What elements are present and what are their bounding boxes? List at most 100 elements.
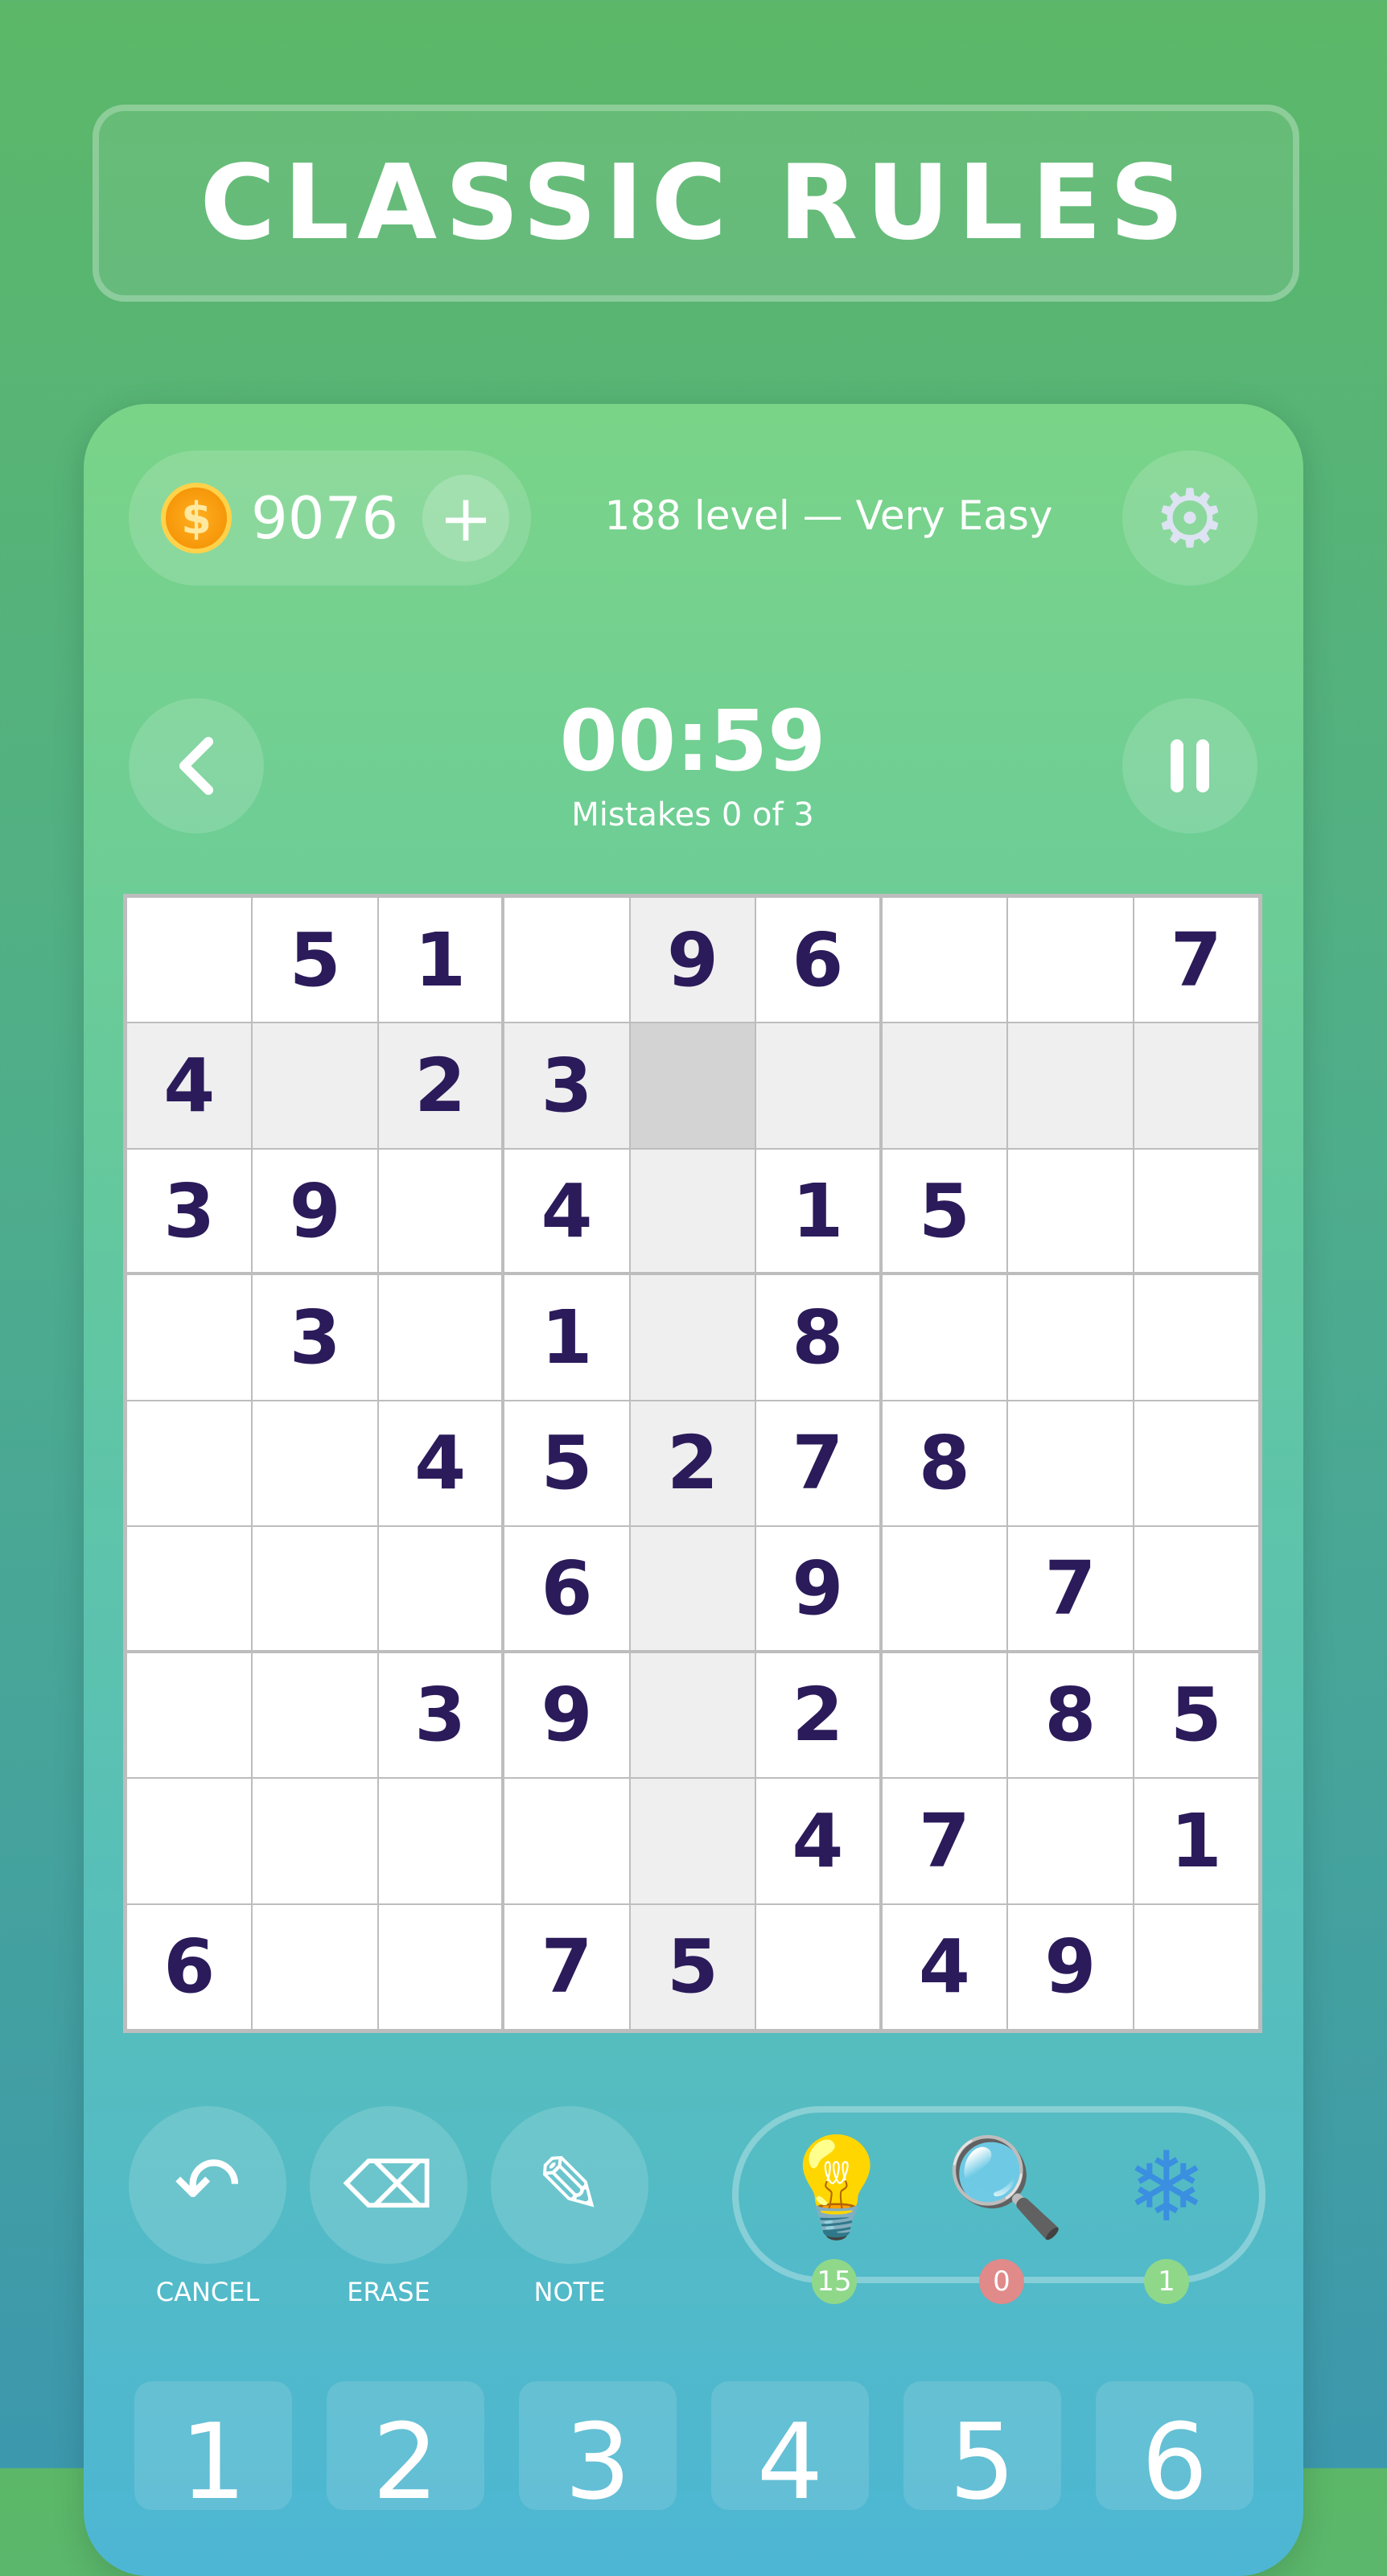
grid-cell[interactable]: 5 [882, 1149, 1007, 1273]
grid-cell[interactable]: 6 [756, 898, 879, 1023]
grid-cell[interactable]: 2 [756, 1652, 879, 1778]
grid-cell[interactable] [1134, 1904, 1258, 2029]
grid-cell[interactable]: 9 [1008, 1904, 1133, 2029]
grid-cell[interactable] [127, 898, 252, 1023]
grid-cell[interactable] [630, 1652, 755, 1778]
reveal-button[interactable]: 🔍 [945, 2132, 1065, 2245]
grid-cell[interactable] [1134, 1401, 1258, 1526]
grid-cell[interactable] [378, 1904, 502, 2029]
grid-cell[interactable]: 5 [630, 1904, 755, 2029]
grid-cell[interactable] [504, 898, 629, 1023]
grid-cell[interactable]: 3 [504, 1023, 629, 1148]
grid-cell[interactable] [253, 1023, 377, 1148]
grid-cell[interactable]: 1 [504, 1275, 629, 1400]
grid-cell[interactable]: 2 [378, 1023, 502, 1148]
grid-cell[interactable] [1008, 1275, 1133, 1400]
grid-cell[interactable] [882, 1023, 1007, 1148]
grid-cell[interactable]: 8 [1008, 1652, 1133, 1778]
grid-cell[interactable] [253, 1652, 377, 1778]
grid-cell[interactable] [1134, 1023, 1258, 1148]
grid-cell[interactable] [253, 1779, 377, 1903]
grid-cell[interactable] [1008, 1149, 1133, 1273]
grid-cell[interactable] [378, 1527, 502, 1650]
grid-cell[interactable]: 2 [630, 1401, 755, 1526]
grid-cell[interactable]: 4 [882, 1904, 1007, 2029]
note-button[interactable]: ✎ [491, 2106, 648, 2264]
grid-cell[interactable] [253, 1527, 377, 1650]
eraser-icon: ⌫ [343, 2147, 434, 2223]
grid-cell[interactable] [1008, 1779, 1133, 1903]
grid-cell[interactable]: 5 [504, 1401, 629, 1526]
grid-cell[interactable] [882, 1652, 1007, 1778]
grid-cell[interactable]: 4 [756, 1779, 879, 1903]
numpad-3[interactable]: 3 [519, 2381, 677, 2523]
erase-button[interactable]: ⌫ [310, 2106, 467, 2264]
grid-cell[interactable] [378, 1149, 502, 1273]
timer: 00:59 [559, 692, 826, 790]
grid-cell[interactable]: 5 [253, 898, 377, 1023]
grid-cell[interactable] [1008, 1401, 1133, 1526]
grid-cell[interactable]: 9 [253, 1149, 377, 1273]
grid-cell[interactable] [253, 1401, 377, 1526]
grid-cell[interactable] [1134, 1527, 1258, 1650]
grid-cell[interactable]: 9 [504, 1652, 629, 1778]
grid-cell[interactable] [630, 1779, 755, 1903]
grid-cell[interactable]: 4 [504, 1149, 629, 1273]
grid-cell[interactable] [1008, 898, 1133, 1023]
grid-cell[interactable]: 1 [378, 898, 502, 1023]
grid-cell[interactable] [127, 1652, 252, 1778]
grid-cell[interactable] [630, 1149, 755, 1273]
grid-cell[interactable]: 7 [1134, 898, 1258, 1023]
grid-cell[interactable]: 9 [630, 898, 755, 1023]
grid-cell[interactable]: 8 [882, 1401, 1007, 1526]
grid-cell[interactable] [882, 1527, 1007, 1650]
grid-cell[interactable] [504, 1779, 629, 1903]
settings-button[interactable]: ⚙ [1122, 451, 1257, 586]
grid-cell[interactable]: 3 [127, 1149, 252, 1273]
grid-cell[interactable]: 7 [1008, 1527, 1133, 1650]
grid-cell[interactable]: 3 [378, 1652, 502, 1778]
numpad-6[interactable]: 6 [1096, 2381, 1253, 2523]
grid-cell[interactable] [127, 1527, 252, 1650]
hint-button[interactable]: 💡 [776, 2132, 896, 2245]
grid-cell[interactable]: 5 [1134, 1652, 1258, 1778]
grid-cell[interactable] [756, 1904, 879, 2029]
freeze-button[interactable]: ❄ [1110, 2132, 1223, 2244]
grid-cell[interactable] [1008, 1023, 1133, 1148]
pause-button[interactable] [1122, 698, 1257, 833]
grid-cell[interactable] [378, 1275, 502, 1400]
grid-cell[interactable]: 4 [127, 1023, 252, 1148]
grid-cell[interactable]: 1 [756, 1149, 879, 1273]
grid-cell[interactable]: 4 [378, 1401, 502, 1526]
grid-cell[interactable] [127, 1275, 252, 1400]
grid-cell[interactable]: 6 [127, 1904, 252, 2029]
grid-cell[interactable] [1134, 1275, 1258, 1400]
grid-cell[interactable] [630, 1527, 755, 1650]
grid-cell[interactable]: 8 [756, 1275, 879, 1400]
grid-cell[interactable]: 7 [504, 1904, 629, 2029]
grid-cell[interactable] [127, 1401, 252, 1526]
grid-cell[interactable] [1134, 1149, 1258, 1273]
numpad-4[interactable]: 4 [711, 2381, 869, 2523]
grid-cell[interactable]: 9 [756, 1527, 879, 1650]
back-button[interactable] [129, 698, 264, 833]
numpad-2[interactable]: 2 [327, 2381, 484, 2523]
grid-cell[interactable] [756, 1023, 879, 1148]
grid-cell[interactable]: 3 [253, 1275, 377, 1400]
grid-cell[interactable] [882, 898, 1007, 1023]
grid-cell[interactable] [630, 1023, 755, 1148]
cancel-button[interactable]: ↶ [129, 2106, 286, 2264]
grid-cell[interactable]: 7 [882, 1779, 1007, 1903]
grid-cell[interactable]: 6 [504, 1527, 629, 1650]
grid-cell[interactable] [630, 1275, 755, 1400]
numpad-5[interactable]: 5 [903, 2381, 1061, 2523]
sudoku-grid: 5196742339415318452786973928547167549 [123, 894, 1262, 2033]
grid-cell[interactable] [882, 1275, 1007, 1400]
grid-cell[interactable]: 1 [1134, 1779, 1258, 1903]
grid-cell[interactable] [127, 1779, 252, 1903]
numpad-1[interactable]: 1 [134, 2381, 292, 2523]
add-coins-button[interactable]: + [422, 475, 509, 562]
grid-cell[interactable] [253, 1904, 377, 2029]
grid-cell[interactable] [378, 1779, 502, 1903]
grid-cell[interactable]: 7 [756, 1401, 879, 1526]
